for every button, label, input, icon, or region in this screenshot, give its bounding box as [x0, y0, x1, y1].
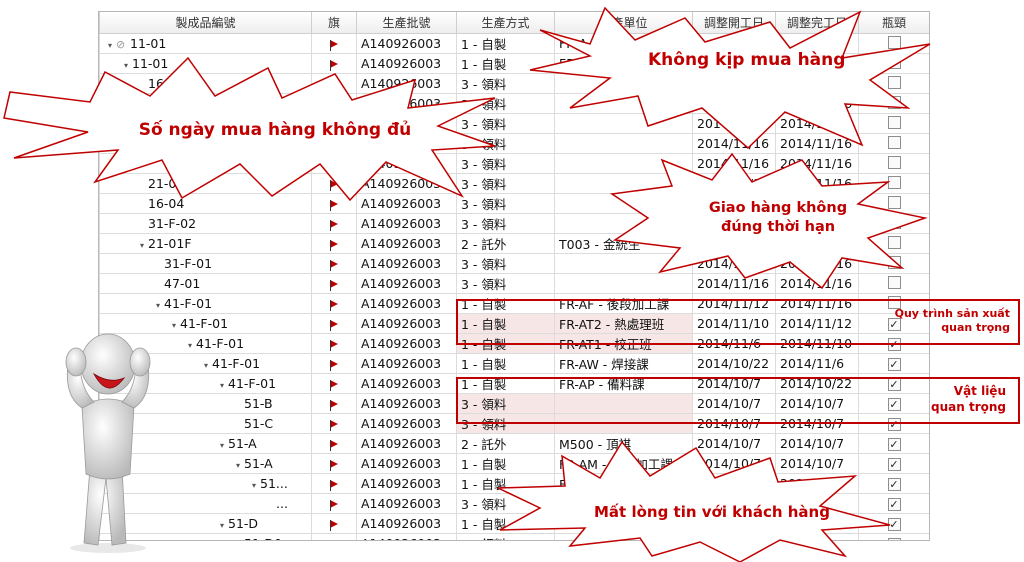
callout-days-short: Số ngày mua hàng không đủ	[138, 120, 412, 140]
burst-trust-lost	[497, 440, 891, 562]
callout-trust-lost: Mất lòng tin với khách hàng	[594, 503, 830, 521]
callout-delivery-late: Giao hàng không đúng thời hạn	[688, 199, 868, 237]
callout-delivery-late-line1: Giao hàng không	[708, 200, 848, 216]
distressed-person-illustration	[65, 333, 151, 553]
burst-purchase-late	[529, 6, 931, 150]
callout-purchase-late: Không kịp mua hàng	[648, 50, 846, 70]
callout-delivery-late-line2: đúng thời hạn	[720, 219, 836, 235]
